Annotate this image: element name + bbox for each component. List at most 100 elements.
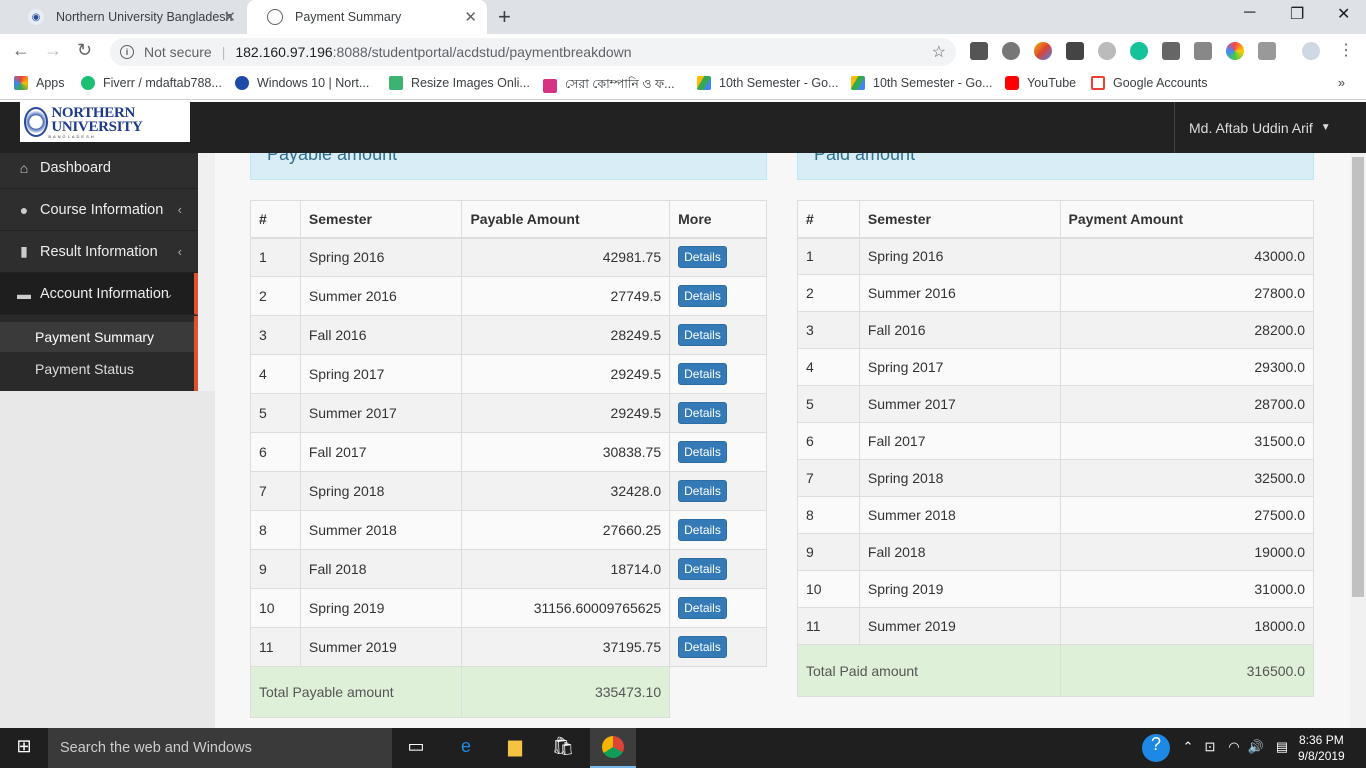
semester-cell: Spring 2017: [858, 348, 1061, 386]
tab-title: Northern University Bangladesh: [56, 10, 233, 24]
extension-icon[interactable]: [1066, 42, 1084, 60]
store-icon[interactable]: 🛍: [551, 736, 575, 760]
chevron-up-icon[interactable]: ⌃: [1176, 739, 1200, 763]
bookmark-label: YouTube: [1027, 76, 1077, 90]
address-bar[interactable]: i Not secure | 182.160.97.196 :8088/stud…: [110, 38, 956, 66]
bookmark-google-accounts[interactable]: Google Accounts: [1091, 76, 1208, 90]
bookmark-apps[interactable]: Apps: [14, 76, 65, 90]
bookmark-10th-semester-1[interactable]: 10th Semester - Go...: [697, 76, 839, 90]
row-number: 6: [250, 432, 301, 472]
details-button[interactable]: Details: [678, 597, 727, 619]
reload-icon[interactable]: ↻: [77, 40, 92, 61]
back-icon[interactable]: ←: [12, 40, 30, 61]
windows-start-icon[interactable]: ⊞: [12, 736, 36, 760]
sidebar-item-payment-status[interactable]: Payment Status: [0, 354, 194, 384]
eyedropper-icon[interactable]: [1194, 42, 1212, 60]
row-number: 5: [250, 393, 301, 433]
tab-payment-summary[interactable]: Payment Summary ✕: [247, 0, 487, 34]
globe-icon: [267, 9, 283, 25]
file-explorer-icon[interactable]: ▆: [503, 736, 527, 760]
table-row: 9 Fall 2018 18714.0 Details: [250, 549, 767, 589]
table-row: 9 Fall 2018 19000.0: [797, 533, 1315, 571]
page-scrollbar[interactable]: [1350, 153, 1366, 728]
volume-icon[interactable]: 🔊: [1244, 739, 1268, 763]
payment-amount-cell: 28700.0: [1059, 385, 1315, 423]
sidebar-item-account-information[interactable]: ▬ Account Information ⌄: [0, 273, 198, 315]
details-button[interactable]: Details: [678, 558, 727, 580]
bookmark-star-icon[interactable]: ☆: [932, 42, 946, 62]
table-row: 11 Summer 2019 37195.75 Details: [250, 627, 767, 667]
details-button[interactable]: Details: [678, 441, 727, 463]
semester-cell: Summer 2018: [299, 510, 463, 550]
details-button[interactable]: Details: [678, 324, 727, 346]
university-logo[interactable]: NORTHERN UNIVERSITY BANGLADESH: [20, 102, 190, 142]
details-button[interactable]: Details: [678, 636, 727, 658]
search-placeholder: Search the web and Windows: [60, 740, 252, 756]
help-icon[interactable]: ?: [1142, 734, 1170, 762]
bookmark-fiverr[interactable]: Fiverr / mdaftab788...: [81, 76, 222, 90]
taskbar-search-input[interactable]: Search the web and Windows: [48, 728, 392, 768]
menu-icon[interactable]: ⋮: [1338, 40, 1354, 60]
bookmark-windows10[interactable]: Windows 10 | Nort...: [235, 76, 369, 90]
minimize-icon[interactable]: ─: [1244, 4, 1255, 22]
more-bookmarks-icon[interactable]: »: [1338, 76, 1345, 90]
details-button[interactable]: Details: [678, 285, 727, 307]
bookmark-label: Fiverr / mdaftab788...: [103, 76, 222, 90]
network-icon[interactable]: ⊡: [1198, 739, 1222, 763]
sidebar-item-label: Payment Summary: [35, 329, 155, 345]
extension-icon[interactable]: [970, 42, 988, 60]
details-button[interactable]: Details: [678, 246, 727, 269]
keyboard-icon[interactable]: ▤: [1270, 739, 1294, 763]
maximize-icon[interactable]: ❐: [1290, 4, 1304, 24]
home-icon: ⌂: [19, 159, 29, 176]
clock-time: 8:36 PM: [1299, 733, 1344, 747]
extension-icon[interactable]: [1002, 42, 1020, 60]
semester-cell: Spring 2018: [299, 471, 463, 511]
row-number: 2: [797, 274, 860, 312]
sidebar-item-payment-summary[interactable]: Payment Summary: [0, 322, 194, 352]
bookmark-resize-images[interactable]: Resize Images Onli...: [389, 76, 530, 90]
table-row: 11 Summer 2019 18000.0: [797, 607, 1315, 645]
tab-northern-university[interactable]: ◉ Northern University Bangladesh ✕: [8, 0, 246, 34]
taskbar-clock[interactable]: 8:36 PM 9/8/2019: [1298, 732, 1345, 764]
payment-amount-cell: 29300.0: [1059, 348, 1315, 386]
sidebar-item-course-information[interactable]: ● Course Information ‹: [0, 189, 198, 231]
new-tab-icon[interactable]: +: [498, 4, 511, 30]
close-window-icon[interactable]: ✕: [1337, 4, 1350, 24]
details-button[interactable]: Details: [678, 480, 727, 502]
camera-icon[interactable]: [1258, 42, 1276, 60]
semester-cell: Summer 2016: [858, 274, 1061, 312]
grammarly-icon[interactable]: [1130, 42, 1148, 60]
avatar[interactable]: [1302, 42, 1320, 60]
scrollbar-thumb[interactable]: [1352, 157, 1364, 597]
more-cell: Details: [669, 510, 767, 550]
bookmark-bangla[interactable]: সেরা কোম্পানি ও ফ...: [543, 76, 675, 96]
bookmark-youtube[interactable]: YouTube: [1005, 76, 1076, 90]
bookmark-10th-semester-2[interactable]: 10th Semester - Go...: [851, 76, 993, 90]
payment-amount-cell: 19000.0: [1059, 533, 1315, 571]
close-tab-icon[interactable]: ✕: [464, 8, 477, 26]
extension-icon[interactable]: [1098, 42, 1116, 60]
info-icon[interactable]: i: [120, 45, 134, 59]
more-cell: Details: [669, 627, 767, 667]
task-view-icon[interactable]: ▭: [404, 736, 428, 760]
extension-icon[interactable]: [1162, 42, 1180, 60]
column-header: More: [669, 200, 767, 239]
forward-icon[interactable]: →: [44, 40, 62, 61]
semester-cell: Spring 2019: [858, 570, 1061, 608]
sidebar-item-dashboard[interactable]: ⌂ Dashboard: [0, 147, 198, 189]
edge-icon[interactable]: e: [454, 736, 478, 760]
close-tab-icon[interactable]: ✕: [223, 8, 236, 26]
extension-icon[interactable]: [1034, 42, 1052, 60]
details-button[interactable]: Details: [678, 519, 727, 541]
details-button[interactable]: Details: [678, 402, 727, 424]
bookmark-label: Apps: [36, 76, 65, 90]
sidebar-item-result-information[interactable]: ▮ Result Information ‹: [0, 231, 198, 273]
user-menu[interactable]: Md. Aftab Uddin Arif ▼: [1174, 102, 1350, 153]
chrome-taskbar-icon[interactable]: [590, 728, 636, 768]
details-button[interactable]: Details: [678, 363, 727, 385]
university-seal-icon: [24, 107, 49, 137]
resize-icon: [389, 76, 403, 90]
color-picker-icon[interactable]: [1226, 42, 1244, 60]
wifi-icon[interactable]: ◠: [1222, 739, 1246, 763]
